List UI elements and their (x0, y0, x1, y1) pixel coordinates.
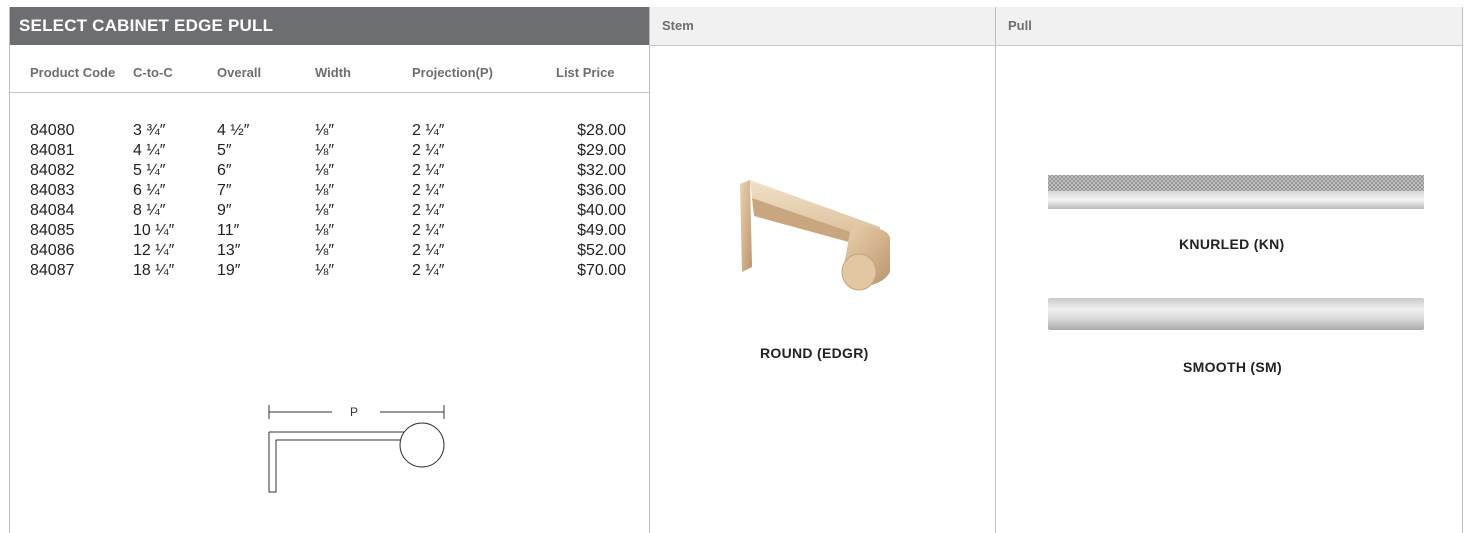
col-header-product-code: Product Code (30, 65, 116, 80)
cell-overall: 9″ (217, 202, 232, 219)
cell-product-code: 84081 (30, 142, 75, 159)
cell-width: ⅛″ (315, 142, 335, 159)
cell-width: ⅛″ (315, 122, 335, 139)
cell-width: ⅛″ (315, 262, 335, 279)
stem-caption: ROUND (EDGR) (760, 345, 869, 361)
cell-product-code: 84084 (30, 202, 75, 219)
cell-width: ⅛″ (315, 202, 335, 219)
col-header-list-price: List Price (556, 65, 615, 80)
col-header-projection: Projection(P) (412, 65, 493, 80)
col-header-width: Width (315, 65, 351, 80)
cell-c-to-c: 4 ¼″ (133, 142, 166, 159)
cell-product-code: 84080 (30, 122, 75, 139)
col-header-overall: Overall (217, 65, 262, 80)
cell-overall: 6″ (217, 162, 232, 179)
cell-overall: 13″ (217, 242, 241, 259)
cell-product-code: 84087 (30, 262, 75, 279)
cell-projection: 2 ¼″ (412, 262, 445, 279)
smooth-bar-body (1048, 298, 1424, 330)
stem-panel: Stem ROUND (EDGR) (649, 7, 996, 533)
knurled-bar-body (1048, 191, 1424, 209)
cell-c-to-c: 10 ¼″ (133, 222, 175, 239)
dim-label-p: P (350, 405, 359, 419)
cell-projection: 2 ¼″ (412, 222, 445, 239)
cell-projection: 2 ¼″ (412, 202, 445, 219)
pull-round-end (399, 422, 445, 468)
cell-projection: 2 ¼″ (412, 122, 445, 139)
stem-mount-plate (740, 180, 752, 272)
cell-list-price: $32.00 (577, 162, 626, 179)
cell-list-price: $70.00 (577, 262, 626, 279)
cell-width: ⅛″ (315, 182, 335, 199)
cell-list-price: $40.00 (577, 202, 626, 219)
cell-product-code: 84083 (30, 182, 75, 199)
cell-list-price: $49.00 (577, 222, 626, 239)
cell-overall: 7″ (217, 182, 232, 199)
stem-round-image (740, 180, 890, 291)
stem-header: Stem (650, 7, 996, 46)
cell-projection: 2 ¼″ (412, 142, 445, 159)
cell-product-code: 84086 (30, 242, 75, 259)
cell-list-price: $52.00 (577, 242, 626, 259)
cell-list-price: $36.00 (577, 182, 626, 199)
cell-projection: 2 ¼″ (412, 242, 445, 259)
cell-c-to-c: 6 ¼″ (133, 182, 166, 199)
cell-list-price: $28.00 (577, 122, 626, 139)
cell-c-to-c: 18 ¼″ (133, 262, 175, 279)
cell-width: ⅛″ (315, 162, 335, 179)
smooth-pull-image (1048, 298, 1424, 330)
cell-overall: 11″ (217, 222, 240, 239)
cell-c-to-c: 5 ¼″ (133, 162, 166, 179)
knurled-caption: KNURLED (KN) (1179, 236, 1285, 252)
knurled-pull-image (1048, 175, 1424, 209)
cell-overall: 5″ (217, 142, 232, 159)
edge-pull-table-panel: SELECT CABINET EDGE PULL Product Code C-… (9, 7, 650, 533)
cell-projection: 2 ¼″ (412, 182, 445, 199)
cell-c-to-c: 12 ¼″ (133, 242, 175, 259)
cell-overall: 19″ (217, 262, 241, 279)
projection-diagram (268, 405, 445, 493)
col-header-c-to-c: C-to-C (133, 65, 173, 80)
pull-panel: Pull KNURLED (KN) SMOOTH (SM) (995, 7, 1463, 533)
cell-projection: 2 ¼″ (412, 162, 445, 179)
cell-c-to-c: 3 ¾″ (133, 122, 166, 139)
cell-width: ⅛″ (315, 222, 335, 239)
pull-profile (268, 431, 405, 493)
pull-header: Pull (996, 7, 1462, 46)
stem-round-face (841, 253, 877, 291)
cell-overall: 4 ½″ (217, 122, 250, 139)
panel-title: SELECT CABINET EDGE PULL (10, 7, 650, 45)
header-divider (10, 92, 650, 93)
cell-width: ⅛″ (315, 242, 335, 259)
cell-product-code: 84082 (30, 162, 75, 179)
smooth-caption: SMOOTH (SM) (1183, 359, 1282, 375)
cell-product-code: 84085 (30, 222, 75, 239)
cell-list-price: $29.00 (577, 142, 626, 159)
knurled-texture (1048, 175, 1424, 191)
cell-c-to-c: 8 ¼″ (133, 202, 166, 219)
